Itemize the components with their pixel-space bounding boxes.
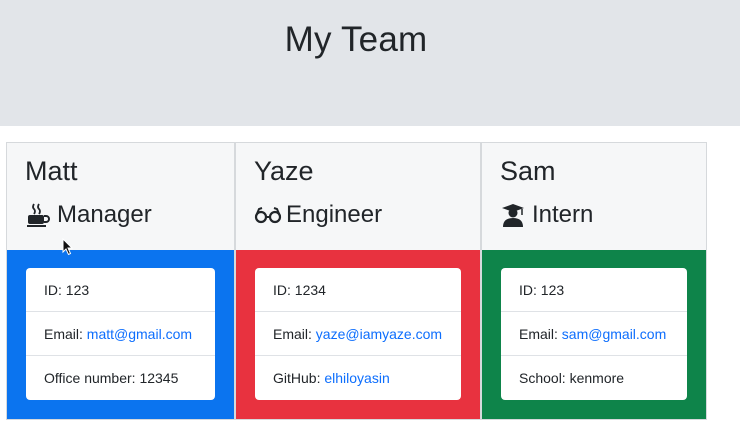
team-card-engineer: Yaze Engineer ID: 1234 Email: yaze@iamya…: [235, 142, 481, 420]
list-item-email: Email: sam@gmail.com: [501, 312, 687, 356]
team-card-manager: Matt Manager ID: 123 Email: matt@gmail.c…: [6, 142, 235, 420]
detail-list: ID: 1234 Email: yaze@iamyaze.com GitHub:…: [255, 268, 461, 400]
github-link[interactable]: elhiloyasin: [324, 370, 389, 386]
member-name: Yaze: [254, 156, 314, 186]
email-link[interactable]: matt@gmail.com: [87, 326, 192, 342]
list-item-office-number: Office number: 12345: [44, 370, 179, 386]
list-item-id: ID: 123: [501, 268, 687, 312]
mouse-cursor-icon: [62, 237, 74, 256]
glasses-icon: [254, 202, 282, 228]
list-item-email: Email: yaze@iamyaze.com: [255, 312, 461, 356]
card-header: Sam Intern: [482, 143, 706, 250]
card-header: Matt Manager: [7, 143, 234, 250]
id-value: 123: [540, 282, 565, 298]
detail-list: ID: 123 Email: sam@gmail.com School: ken…: [501, 268, 687, 400]
page-header: My Team: [0, 0, 740, 126]
email-link[interactable]: yaze@iamyaze.com: [316, 326, 442, 342]
list-item-id: ID: 1234: [255, 268, 461, 312]
page-title: My Team: [284, 20, 428, 59]
card-header: Yaze Engineer: [236, 143, 480, 250]
card-body: ID: 1234 Email: yaze@iamyaze.com GitHub:…: [236, 250, 480, 419]
member-role: Intern: [500, 200, 593, 230]
school-value: kenmore: [569, 370, 625, 386]
member-role: Engineer: [254, 200, 382, 230]
detail-list: ID: 123 Email: matt@gmail.com Office num…: [26, 268, 215, 400]
member-role: Manager: [25, 200, 152, 230]
list-item-id: ID: 123: [26, 268, 215, 312]
role-label: Engineer: [286, 201, 383, 228]
coffee-mug-icon: [25, 202, 51, 228]
list-item-email: Email: matt@gmail.com: [26, 312, 215, 356]
card-body: ID: 123 Email: sam@gmail.com School: ken…: [482, 250, 706, 419]
email-link[interactable]: sam@gmail.com: [562, 326, 666, 342]
member-name: Sam: [500, 156, 556, 186]
id-value: 123: [65, 282, 90, 298]
list-item-school: School: kenmore: [519, 370, 625, 386]
office-number-value: 12345: [139, 370, 179, 386]
graduate-icon: [500, 202, 526, 228]
member-name: Matt: [25, 156, 78, 186]
card-body: ID: 123 Email: matt@gmail.com Office num…: [7, 250, 234, 419]
list-item-github: GitHub: elhiloyasin: [273, 370, 390, 386]
team-card-intern: Sam Intern ID: 123 Email: sam@gmail.com …: [481, 142, 707, 420]
id-value: 1234: [294, 282, 326, 298]
role-label: Intern: [532, 201, 594, 228]
role-label: Manager: [57, 201, 152, 228]
